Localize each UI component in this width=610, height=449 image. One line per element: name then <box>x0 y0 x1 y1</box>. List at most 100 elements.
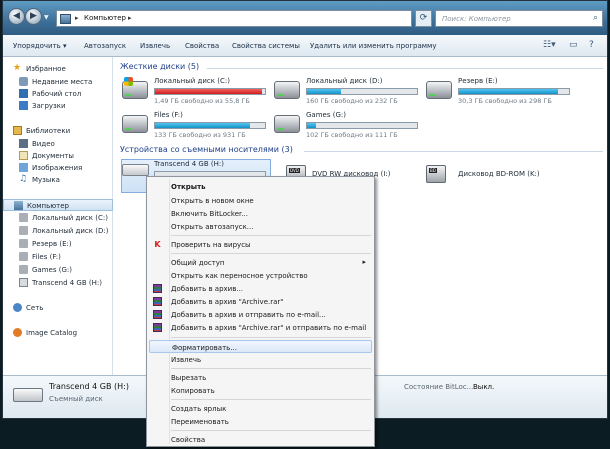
breadcrumb-computer[interactable]: Компьютер <box>84 14 126 22</box>
system-properties-button[interactable]: Свойства системы <box>232 42 300 50</box>
sidebar-item-desktop[interactable]: Рабочий стол <box>3 88 113 100</box>
drive-usage-bar <box>306 88 418 95</box>
search-placeholder: Поиск: Компьютер <box>442 15 511 23</box>
autoplay-button[interactable]: Автозапуск <box>84 42 126 50</box>
sidebar-item-computer[interactable]: Компьютер <box>3 199 113 211</box>
usb-drive-icon <box>122 164 149 176</box>
address-bar[interactable]: ▸ Компьютер ▸ <box>56 10 412 27</box>
details-type: Съемный диск <box>49 395 103 403</box>
drive-usage-fill <box>155 89 262 94</box>
libraries-icon <box>13 126 22 135</box>
sidebar-item-images[interactable]: Изображения <box>3 162 113 174</box>
drive-name: Резерв (E:) <box>458 77 498 85</box>
drive-free-space: 133 ГБ свободно из 931 ГБ <box>154 131 246 139</box>
usb-drive-icon <box>19 278 28 287</box>
menu-item-rename[interactable]: Переименовать <box>149 415 372 428</box>
sidebar-item-drive-g[interactable]: Games (G:) <box>3 264 113 276</box>
menu-separator <box>171 235 371 236</box>
section-removable-devices[interactable]: Устройства со съемными носителями (3) <box>120 145 293 154</box>
menu-item-copy[interactable]: Копировать <box>149 384 372 397</box>
eject-button[interactable]: Извлечь <box>140 42 170 50</box>
section-hard-drives[interactable]: Жесткие диски (5) <box>120 62 199 71</box>
drive-tile-d[interactable]: Локальный диск (D:) 160 ГБ свободно из 2… <box>274 77 424 111</box>
sidebar-item-music[interactable]: ♫ Музыка <box>3 174 113 186</box>
navigation-pane: ★ Избранное Недавние места Рабочий стол З… <box>3 57 113 375</box>
menu-item-properties[interactable]: Свойства <box>149 433 372 446</box>
usb-drive-icon <box>13 388 43 402</box>
organize-button[interactable]: Упорядочить ▾ <box>13 42 67 50</box>
preview-pane-icon[interactable]: ▭ <box>569 40 578 50</box>
refresh-button[interactable]: ⟳ <box>415 10 432 27</box>
help-icon[interactable]: ? <box>589 40 594 50</box>
drive-tile-e[interactable]: Резерв (E:) 30,3 ГБ свободно из 298 ГБ <box>426 77 576 111</box>
hard-drive-icon <box>19 252 28 261</box>
menu-item-cut[interactable]: Вырезать <box>149 371 372 384</box>
forward-arrow-icon: ▶ <box>30 11 37 21</box>
hard-drive-icon <box>19 213 28 222</box>
drive-usage-bar <box>154 88 266 95</box>
menu-item-open-portable[interactable]: Открыть как переносное устройство <box>149 269 372 282</box>
menu-item-open[interactable]: Открыть <box>149 180 372 193</box>
sidebar-item-libraries[interactable]: Библиотеки <box>3 125 113 137</box>
uninstall-program-button[interactable]: Удалить или изменить программу <box>310 42 436 50</box>
sidebar-item-drive-h[interactable]: Transcend 4 GB (H:) <box>3 277 113 289</box>
sidebar-item-drive-c[interactable]: Локальный диск (C:) <box>3 212 113 224</box>
drive-usage-fill <box>307 123 316 128</box>
sidebar-item-video[interactable]: Видео <box>3 138 113 150</box>
drive-name: Дисковод BD-ROM (K:) <box>458 170 540 178</box>
drive-tile-f[interactable]: Files (F:) 133 ГБ свободно из 931 ГБ <box>122 111 272 145</box>
menu-item-open-autoplay[interactable]: Открыть автозапуск... <box>149 220 372 233</box>
menu-separator <box>171 430 371 431</box>
menu-item-scan-viruses[interactable]: K Проверить на вирусы <box>149 238 372 251</box>
section-divider <box>304 151 603 152</box>
menu-item-create-shortcut[interactable]: Создать ярлык <box>149 402 372 415</box>
image-catalog-icon <box>13 328 22 337</box>
sidebar-item-drive-f[interactable]: Files (F:) <box>3 251 113 263</box>
sidebar-item-favorites[interactable]: ★ Избранное <box>3 63 113 75</box>
winrar-icon <box>153 297 162 306</box>
menu-item-eject[interactable]: Извлечь <box>149 353 372 366</box>
drive-free-space: 30,3 ГБ свободно из 298 ГБ <box>458 97 552 105</box>
back-button[interactable]: ◀ <box>8 8 25 25</box>
drive-usage-fill <box>459 89 558 94</box>
sidebar-item-downloads[interactable]: Загрузки <box>3 100 113 112</box>
drive-name: Games (G:) <box>306 111 346 119</box>
video-icon <box>19 139 28 148</box>
search-input[interactable]: Поиск: Компьютер ⌕ <box>435 10 603 27</box>
properties-button[interactable]: Свойства <box>185 42 219 50</box>
menu-item-bitlocker[interactable]: Включить BitLocker... <box>149 207 372 220</box>
sidebar-item-documents[interactable]: Документы <box>3 150 113 162</box>
sidebar-item-drive-d[interactable]: Локальный диск (D:) <box>3 225 113 237</box>
menu-item-add-archive[interactable]: Добавить в архив... <box>149 282 372 295</box>
menu-item-share[interactable]: Общий доступ ▸ <box>149 256 372 269</box>
menu-separator <box>171 337 371 338</box>
drive-tile-k[interactable]: BD Дисковод BD-ROM (K:) <box>426 165 576 199</box>
drive-usage-bar <box>154 122 266 129</box>
menu-item-open-new-window[interactable]: Открыть в новом окне <box>149 194 372 207</box>
breadcrumb-separator-icon[interactable]: ▸ <box>75 14 79 22</box>
hard-drive-icon <box>19 265 28 274</box>
drive-tile-c[interactable]: Локальный диск (C:) 1,49 ГБ свободно из … <box>122 77 272 111</box>
star-icon: ★ <box>13 63 22 73</box>
bd-drive-icon: BD <box>426 165 446 183</box>
details-title: Transcend 4 GB (H:) <box>49 382 129 391</box>
history-dropdown-icon[interactable]: ▼ <box>44 14 49 21</box>
menu-item-add-archive-email[interactable]: Добавить в архив и отправить по e-mail..… <box>149 308 372 321</box>
sidebar-item-drive-e[interactable]: Резерв (E:) <box>3 238 113 250</box>
forward-button[interactable]: ▶ <box>25 8 42 25</box>
back-arrow-icon: ◀ <box>13 11 20 21</box>
drive-name: Files (F:) <box>154 111 183 119</box>
menu-item-add-archive-rar-email[interactable]: Добавить в архив "Archive.rar" и отправи… <box>149 321 372 334</box>
menu-item-format[interactable]: Форматировать... <box>149 340 372 353</box>
sidebar-item-image-catalog[interactable]: Image Catalog <box>3 327 113 339</box>
view-options-icon[interactable]: ☷▾ <box>543 40 556 50</box>
winrar-icon <box>153 310 162 319</box>
drive-tile-g[interactable]: Games (G:) 102 ГБ свободно из 111 ГБ <box>274 111 424 145</box>
breadcrumb-separator-icon[interactable]: ▸ <box>128 14 132 22</box>
submenu-arrow-icon: ▸ <box>362 258 366 266</box>
menu-item-add-archive-rar[interactable]: Добавить в архив "Archive.rar" <box>149 295 372 308</box>
command-bar: Упорядочить ▾ Автозапуск Извлечь Свойств… <box>3 35 607 57</box>
sidebar-item-recent-places[interactable]: Недавние места <box>3 76 113 88</box>
sidebar-item-network[interactable]: Сеть <box>3 302 113 314</box>
hard-drive-icon <box>122 115 148 133</box>
